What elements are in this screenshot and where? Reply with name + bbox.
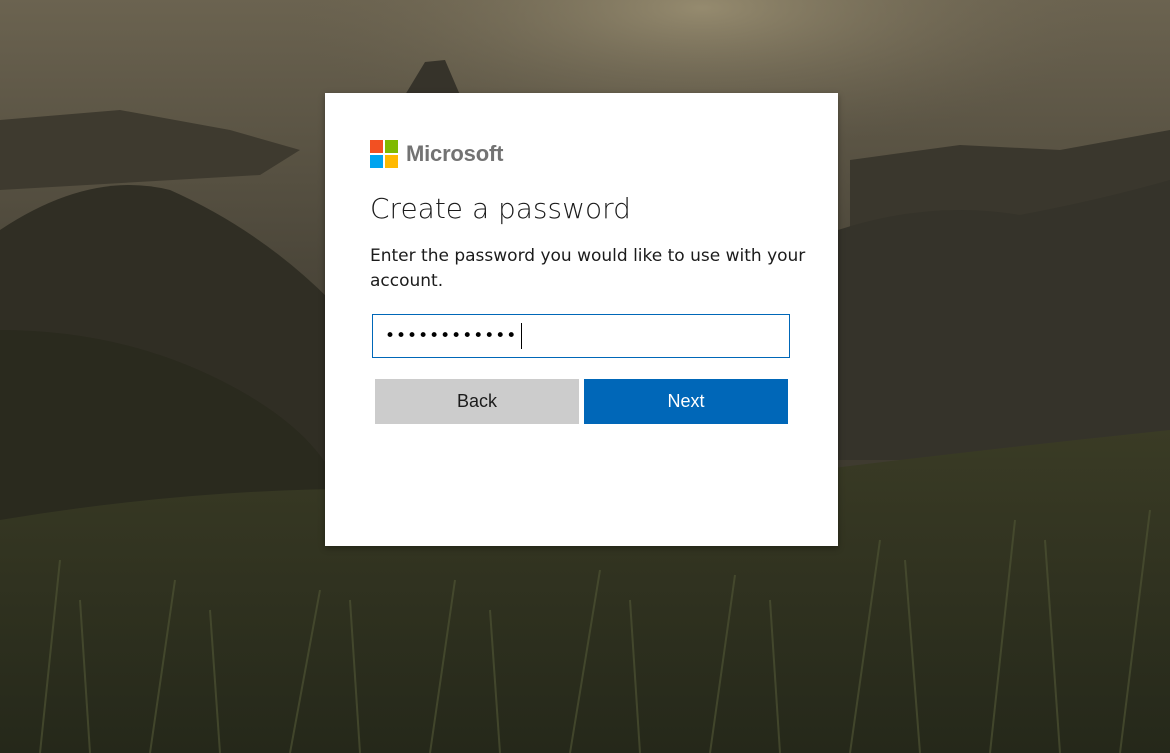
logo-wordmark: Microsoft xyxy=(406,141,504,166)
password-input[interactable] xyxy=(372,314,790,358)
text-caret xyxy=(521,323,522,349)
page-title: Create a password xyxy=(370,192,631,225)
logo-square-blue xyxy=(370,154,383,168)
next-button[interactable]: Next xyxy=(584,379,788,424)
microsoft-logo-icon xyxy=(370,139,398,168)
back-button[interactable]: Back xyxy=(375,379,579,424)
microsoft-logo: Microsoft xyxy=(370,139,503,168)
create-password-dialog: Microsoft Create a password Enter the pa… xyxy=(325,93,838,546)
instruction-text: Enter the password you would like to use… xyxy=(370,246,806,291)
logo-square-green xyxy=(385,139,398,153)
logo-square-yellow xyxy=(385,154,398,168)
logo-square-red xyxy=(370,139,383,153)
